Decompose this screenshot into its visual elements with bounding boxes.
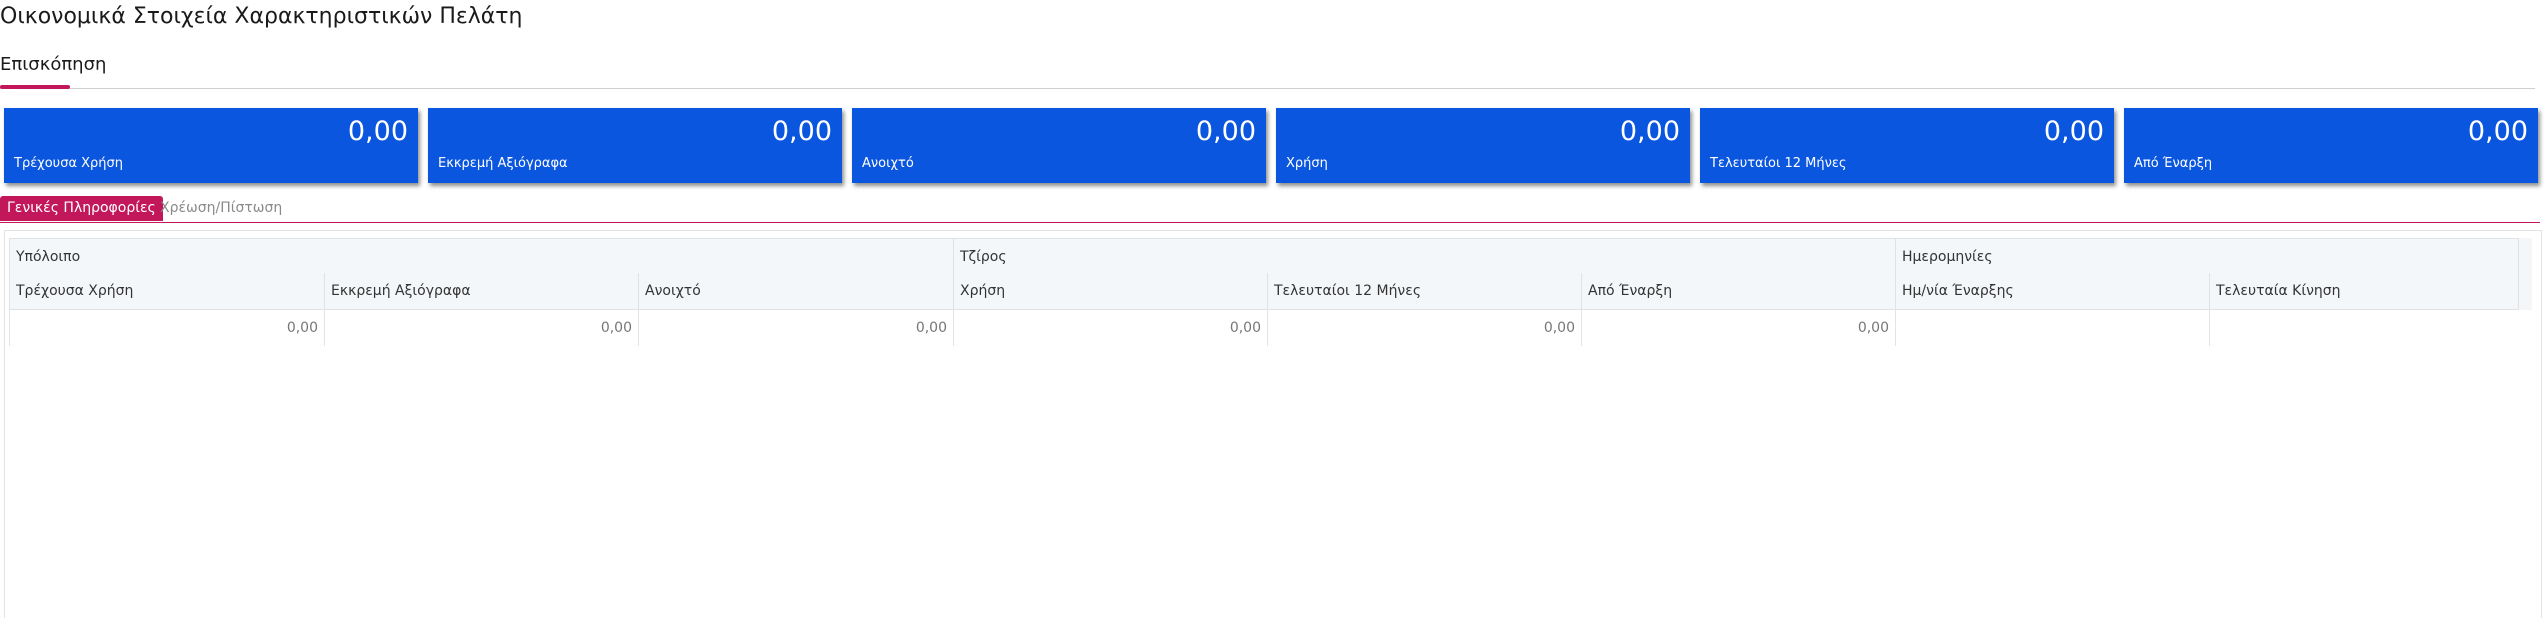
summary-card-since-start[interactable]: 0,00 Από Έναρξη (2124, 108, 2538, 183)
summary-card-value: 0,00 (771, 116, 832, 147)
summary-card-last-12-months[interactable]: 0,00 Τελευταίοι 12 Μήνες (1700, 108, 2114, 183)
summary-card-label: Τελευταίοι 12 Μήνες (1710, 156, 1847, 171)
grid-group-dates: Ημερομηνίες (1895, 238, 2518, 274)
grid-col-start-date[interactable]: Ημ/νία Έναρξης (1895, 273, 2209, 310)
page-title: Οικονομικά Στοιχεία Χαρακτηριστικών Πελά… (0, 4, 523, 29)
financial-grid: Υπόλοιπο Τζίρος Ημερομηνίες Τρέχουσα Χρή… (4, 230, 2542, 618)
grid-cell[interactable]: 0,00 (1581, 310, 1895, 346)
grid-cell[interactable] (1895, 310, 2209, 346)
summary-card-usage[interactable]: 0,00 Χρήση (1276, 108, 1690, 183)
summary-card-label: Ανοιχτό (862, 156, 914, 171)
summary-card-pending-securities[interactable]: 0,00 Εκκρεμή Αξιόγραφα (428, 108, 842, 183)
grid-col-since-start[interactable]: Από Έναρξη (1581, 273, 1895, 310)
grid-group-balance: Υπόλοιπο (9, 238, 953, 274)
summary-card-current-year[interactable]: 0,00 Τρέχουσα Χρήση (4, 108, 418, 183)
summary-card-value: 0,00 (2043, 116, 2104, 147)
grid-cell[interactable]: 0,00 (1267, 310, 1581, 346)
main-tabs: Επισκόπηση (0, 54, 2535, 89)
grid-cell[interactable]: 0,00 (638, 310, 953, 346)
grid-cell[interactable]: 0,00 (953, 310, 1267, 346)
customer-financial-page: Οικονομικά Στοιχεία Χαρακτηριστικών Πελά… (0, 0, 2546, 618)
grid-col-usage[interactable]: Χρήση (953, 273, 1267, 310)
grid-col-open[interactable]: Ανοιχτό (638, 273, 953, 310)
summary-card-value: 0,00 (347, 116, 408, 147)
sub-tabs: Γενικές Πληροφορίες Χρέωση/Πίστωση (0, 196, 2540, 223)
grid-cell[interactable]: 0,00 (324, 310, 638, 346)
grid-col-pending-securities[interactable]: Εκκρεμή Αξιόγραφα (324, 273, 638, 310)
summary-cards: 0,00 Τρέχουσα Χρήση 0,00 Εκκρεμή Αξιόγρα… (4, 108, 2538, 183)
tab-general-info[interactable]: Γενικές Πληροφορίες (0, 196, 163, 221)
summary-card-open[interactable]: 0,00 Ανοιχτό (852, 108, 1266, 183)
summary-card-value: 0,00 (1195, 116, 1256, 147)
grid-col-last-movement[interactable]: Τελευταία Κίνηση (2209, 273, 2518, 310)
grid-group-turnover: Τζίρος (953, 238, 1895, 274)
tab-debit-credit[interactable]: Χρέωση/Πίστωση (153, 196, 289, 221)
tab-overview[interactable]: Επισκόπηση (0, 54, 106, 75)
summary-card-value: 0,00 (2467, 116, 2528, 147)
summary-card-label: Χρήση (1286, 156, 1328, 171)
summary-card-value: 0,00 (1619, 116, 1680, 147)
grid-cell[interactable]: 0,00 (9, 310, 324, 346)
grid-col-current-year[interactable]: Τρέχουσα Χρήση (9, 273, 324, 310)
grid-cell[interactable] (2209, 310, 2518, 346)
summary-card-label: Τρέχουσα Χρήση (14, 156, 124, 171)
grid-col-last-12-months[interactable]: Τελευταίοι 12 Μήνες (1267, 273, 1581, 310)
tab-active-indicator (0, 85, 70, 89)
summary-card-label: Από Έναρξη (2134, 156, 2213, 171)
grid-header-scroll-corner (2518, 238, 2532, 310)
summary-card-label: Εκκρεμή Αξιόγραφα (438, 156, 568, 171)
